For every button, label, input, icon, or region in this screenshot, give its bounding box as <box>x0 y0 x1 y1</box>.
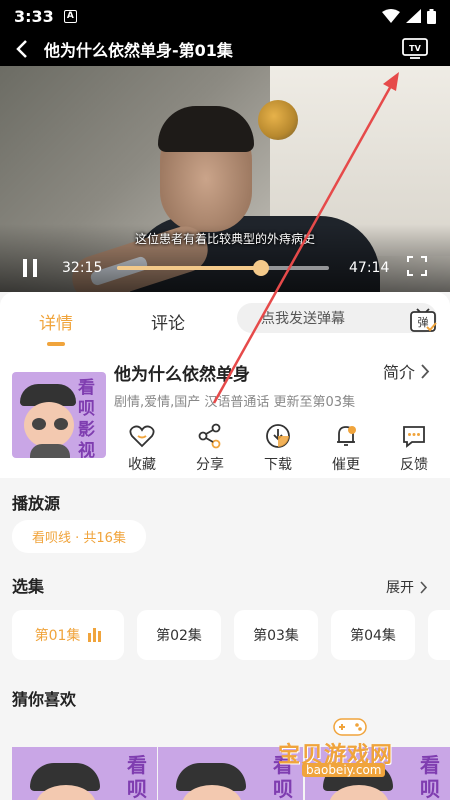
danmu-input[interactable]: 点我发送弹幕 <box>237 303 437 333</box>
share-label: 分享 <box>196 457 224 473</box>
video-title: 他为什么依然单身-第01集 <box>44 41 233 60</box>
show-title: 他为什么依然单身 <box>114 365 250 385</box>
pause-button[interactable] <box>0 250 60 286</box>
poster-eye-right <box>54 418 68 430</box>
danmu-placeholder: 点我发送弹幕 <box>261 311 345 327</box>
danmu-icon: 弹 <box>410 308 437 332</box>
episode-item-partial[interactable] <box>428 610 450 660</box>
gamepad-icon <box>333 718 367 736</box>
recommend-section-title: 猜你喜欢 <box>12 690 77 709</box>
bell-icon <box>337 426 356 446</box>
tv-icon: TV <box>402 38 428 59</box>
watermark-url: baobeiy.com <box>302 763 386 777</box>
download-label: 下载 <box>264 457 292 473</box>
poster-shirt <box>30 444 70 458</box>
episode-label: 第03集 <box>253 628 299 644</box>
show-poster[interactable]: 看呗影视 <box>12 372 106 458</box>
expand-label: 展开 <box>386 580 414 596</box>
progress-knob[interactable] <box>253 260 270 276</box>
progress-fill <box>117 266 262 270</box>
urge-update-button[interactable]: 催更 <box>322 422 370 474</box>
danmu-toggle-button[interactable]: 弹 <box>408 305 438 339</box>
show-tags: 剧情,爱情,国产 汉语普通话 更新至第03集 <box>114 395 356 410</box>
intro-label: 简介 <box>382 363 415 382</box>
episode-label: 第01集 <box>34 628 81 644</box>
current-time: 32:15 <box>62 260 103 276</box>
tab-bar: 详情 评论 点我发送弹幕 弹 <box>0 292 450 350</box>
video-title-bar: 他为什么依然单身-第01集 TV <box>0 32 450 66</box>
source-option-selected[interactable]: 看呗线 · 共16集 <box>12 520 146 553</box>
fullscreen-button[interactable] <box>407 256 427 280</box>
poster-eye-left <box>32 418 46 430</box>
notification-a-icon: A <box>63 9 77 23</box>
svg-text:TV: TV <box>409 44 421 53</box>
episode-item-04[interactable]: 第04集 <box>331 610 415 660</box>
battery-icon <box>427 8 436 24</box>
episode-label: 第02集 <box>156 628 202 644</box>
signal-icon <box>406 9 421 23</box>
urge-update-label: 催更 <box>332 457 360 473</box>
wifi-icon <box>382 9 400 23</box>
feedback-button[interactable]: 反馈 <box>390 422 438 474</box>
pause-icon <box>23 259 37 277</box>
fullscreen-icon <box>407 256 427 276</box>
chevron-right-icon <box>421 363 430 379</box>
download-icon <box>266 424 290 448</box>
reco-poster-text: 看呗 <box>127 753 147 800</box>
chevron-right-icon <box>420 580 428 594</box>
back-button[interactable] <box>0 32 44 66</box>
action-bar: 收藏 分享 下载 催更 反馈 <box>118 422 438 474</box>
poster-logo-text: 看呗影视 <box>78 378 95 458</box>
tv-cast-button[interactable]: TV <box>402 38 428 64</box>
episode-item-02[interactable]: 第02集 <box>137 610 221 660</box>
episode-item-03[interactable]: 第03集 <box>234 610 318 660</box>
episode-list: 第01集 第02集 第03集 第04集 <box>12 610 450 660</box>
collect-label: 收藏 <box>128 457 156 473</box>
episode-item-01[interactable]: 第01集 <box>12 610 124 660</box>
player-controls: 32:15 47:14 <box>0 250 450 286</box>
svg-text:弹: 弹 <box>418 315 429 329</box>
collect-button[interactable]: 收藏 <box>118 422 166 474</box>
playing-indicator-icon <box>88 628 102 642</box>
site-watermark: 宝贝游戏网 baobeiy.com <box>278 715 428 785</box>
status-icons <box>382 8 436 24</box>
episodes-section-title: 选集 <box>12 577 45 596</box>
tab-comments[interactable]: 评论 <box>112 309 224 334</box>
share-button[interactable]: 分享 <box>186 422 234 474</box>
detail-panel: 看呗影视 他为什么依然单身 简介 剧情,爱情,国产 汉语普通话 更新至第03集 … <box>0 350 450 478</box>
heart-icon <box>129 425 155 448</box>
recommend-card[interactable]: 看呗 <box>12 747 157 800</box>
progress-slider[interactable] <box>117 260 329 276</box>
status-time: 3:33 <box>14 6 54 26</box>
feedback-label: 反馈 <box>400 457 428 473</box>
intro-link[interactable]: 简介 <box>383 359 430 383</box>
status-bar: 3:33 A <box>0 0 450 32</box>
download-button[interactable]: 下载 <box>254 422 302 474</box>
total-time: 47:14 <box>349 260 390 276</box>
share-icon <box>198 423 221 449</box>
source-section-title: 播放源 <box>12 494 61 513</box>
video-subtitle: 这位患者有着比较典型的外痔病史 <box>134 232 315 246</box>
chevron-left-icon <box>16 40 27 58</box>
expand-episodes-button[interactable]: 展开 <box>386 577 428 597</box>
feedback-icon <box>403 426 425 448</box>
tab-details[interactable]: 详情 <box>0 309 112 346</box>
episode-label: 第04集 <box>350 628 396 644</box>
